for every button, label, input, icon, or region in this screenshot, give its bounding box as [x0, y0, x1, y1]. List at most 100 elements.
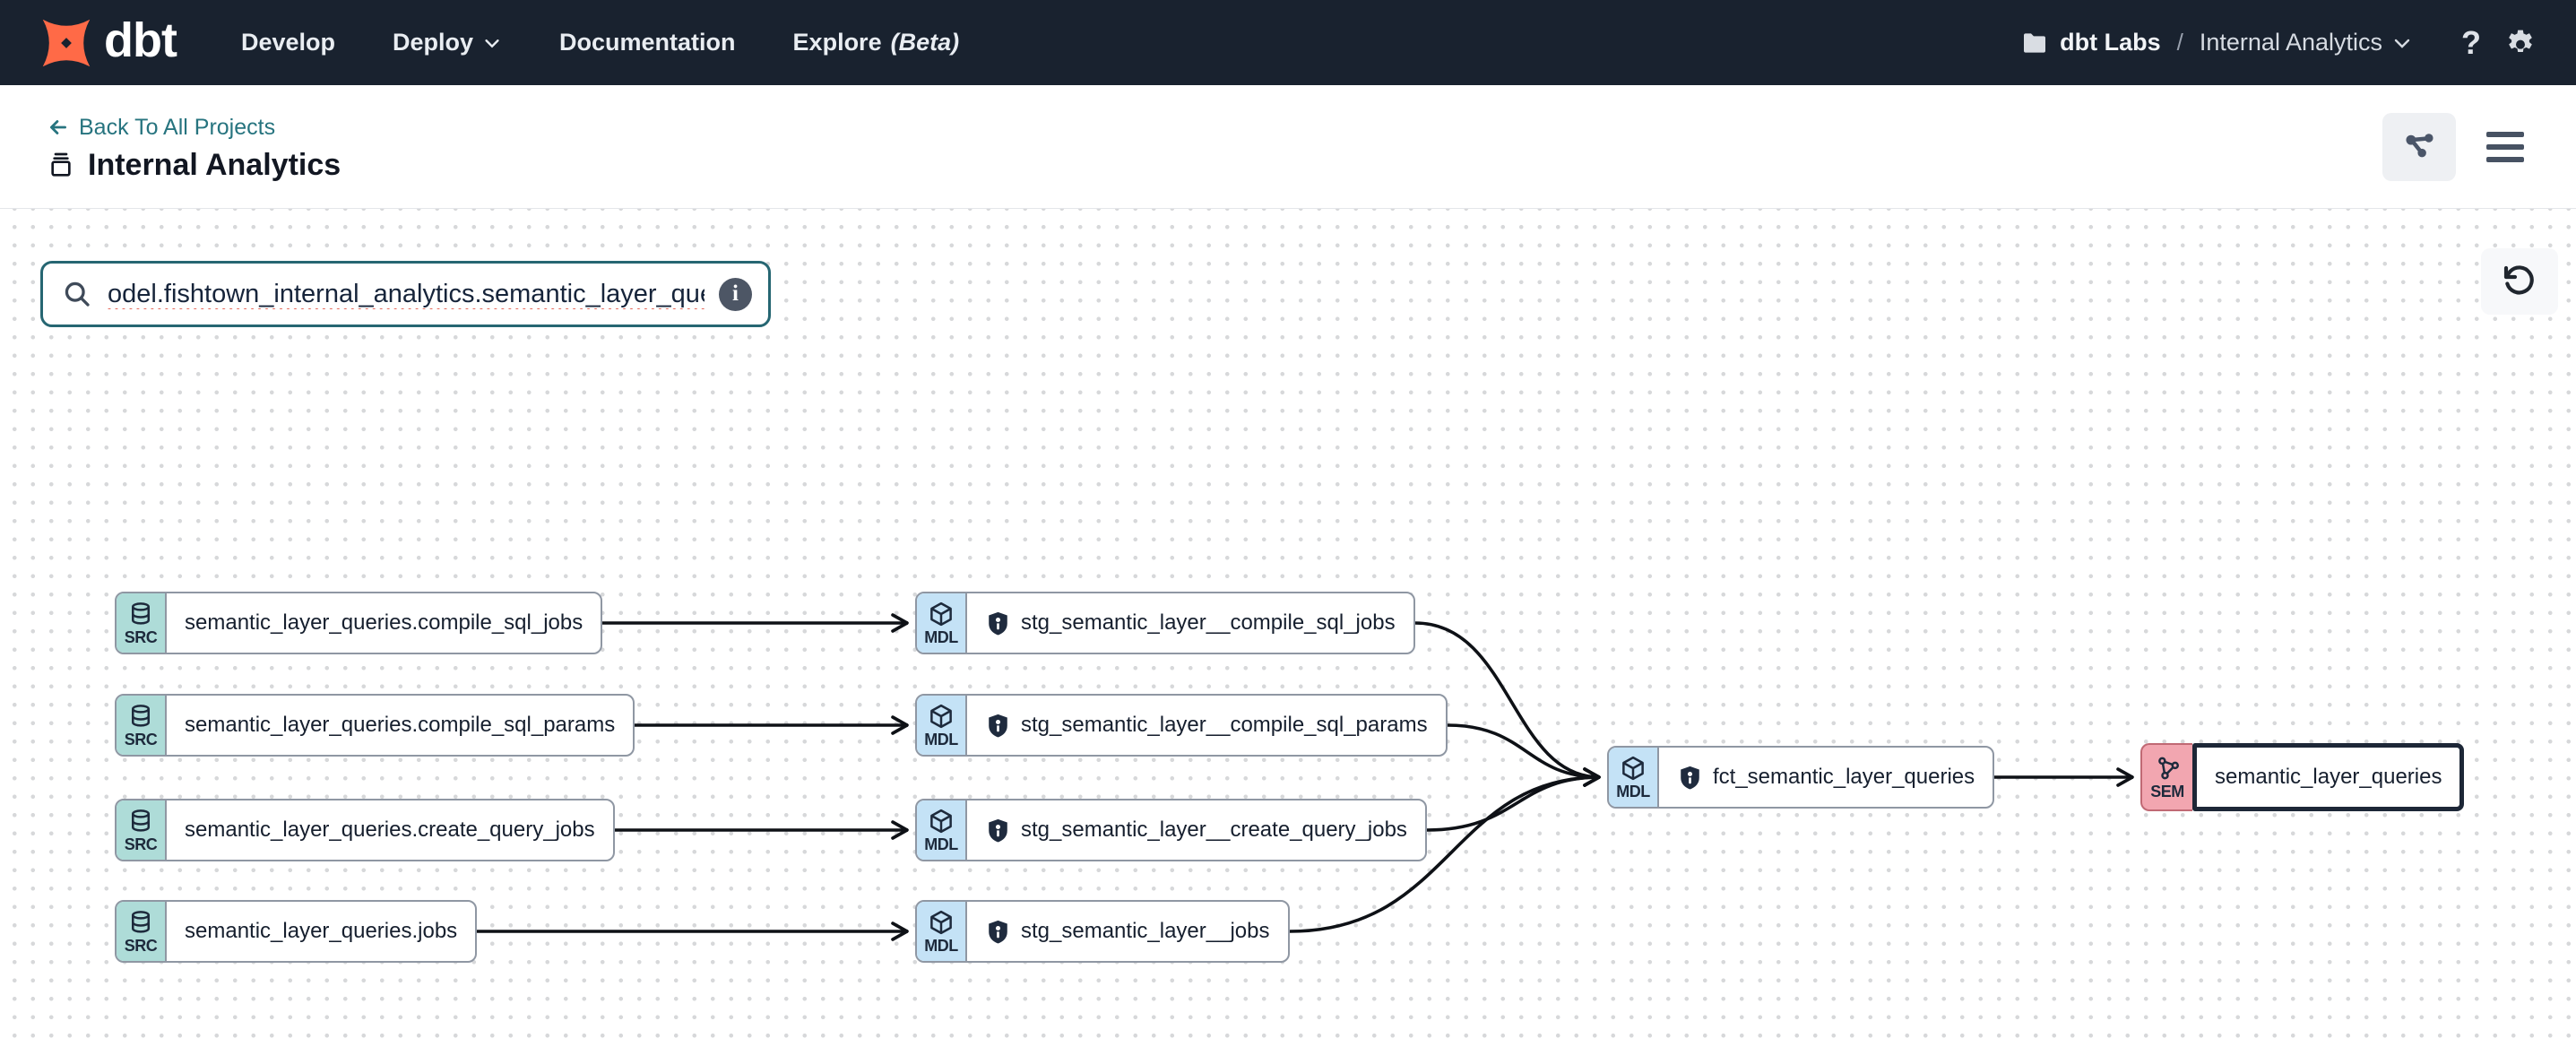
- database-icon: [127, 601, 154, 627]
- cube-icon: [928, 703, 955, 730]
- node-badge: SRC: [117, 696, 167, 755]
- info-icon[interactable]: i: [719, 278, 752, 311]
- project-icon: [47, 151, 75, 179]
- dbt-logo[interactable]: dbt: [38, 14, 177, 72]
- node-body: stg_semantic_layer__compile_sql_jobs: [967, 593, 1413, 653]
- node-label: stg_semantic_layer__compile_sql_params: [1021, 713, 1428, 738]
- database-icon: [127, 703, 154, 730]
- node-label: semantic_layer_queries.jobs: [185, 919, 457, 944]
- page-title: Internal Analytics: [88, 148, 341, 183]
- lineage-search-box: i: [40, 261, 771, 327]
- project-header: Back To All Projects Internal Analytics: [0, 85, 2576, 209]
- node-label: stg_semantic_layer__compile_sql_jobs: [1021, 610, 1396, 636]
- node-badge: SRC: [117, 593, 167, 653]
- node-body: stg_semantic_layer__create_query_jobs: [967, 800, 1425, 860]
- database-icon: [127, 808, 154, 835]
- nav-item-explore[interactable]: Explore (Beta): [793, 29, 960, 56]
- node-label: semantic_layer_queries.create_query_jobs: [185, 818, 595, 843]
- beta-badge: (Beta): [891, 29, 960, 56]
- shield-icon: [985, 818, 1011, 844]
- nav-item-documentation[interactable]: Documentation: [559, 29, 736, 56]
- database-icon: [127, 909, 154, 936]
- shield-icon: [985, 919, 1011, 945]
- reset-view-button[interactable]: [2481, 248, 2558, 315]
- node-badge: MDL: [917, 800, 967, 860]
- node-badge-label: MDL: [924, 937, 958, 956]
- node-stg_compile_sql_params[interactable]: MDL stg_semantic_layer__compile_sql_param…: [915, 694, 1448, 757]
- edge-stg_compile_sql_params-to-fct_semantic_layer_queries: [1448, 725, 1600, 777]
- arrow-left-icon: [47, 116, 70, 139]
- lineage-search-input[interactable]: [106, 279, 706, 310]
- breadcrumb-separator: /: [2177, 29, 2183, 56]
- node-badge: MDL: [1609, 748, 1659, 807]
- gear-icon[interactable]: [2503, 25, 2538, 61]
- node-badge: MDL: [917, 593, 967, 653]
- semantic-graph-icon: [2154, 755, 2181, 782]
- node-stg_jobs[interactable]: MDL stg_semantic_layer__jobs: [915, 900, 1290, 963]
- nav-item-develop[interactable]: Develop: [241, 29, 335, 56]
- back-to-projects-link[interactable]: Back To All Projects: [47, 115, 341, 141]
- node-label: semantic_layer_queries: [2215, 765, 2442, 790]
- lineage-view-button[interactable]: [2382, 113, 2456, 181]
- help-icon[interactable]: ?: [2461, 24, 2481, 62]
- node-badge: MDL: [917, 696, 967, 755]
- node-label: stg_semantic_layer__create_query_jobs: [1021, 818, 1407, 843]
- folder-icon: [2020, 29, 2049, 57]
- chevron-down-icon: [2391, 32, 2413, 54]
- menu-icon[interactable]: [2481, 126, 2529, 168]
- cube-icon: [928, 808, 955, 835]
- node-stg_create_query_jobs[interactable]: MDL stg_semantic_layer__create_query_jobs: [915, 799, 1427, 861]
- rotate-ccw-icon: [2502, 264, 2537, 299]
- node-semantic_layer_queries[interactable]: SEM semantic_layer_queries: [2140, 743, 2464, 811]
- breadcrumb-account[interactable]: dbt Labs: [2020, 29, 2161, 57]
- node-badge-label: SRC: [125, 937, 158, 956]
- node-src_jobs[interactable]: SRC semantic_layer_queries.jobs: [115, 900, 477, 963]
- node-body: semantic_layer_queries.jobs: [167, 902, 475, 961]
- shield-icon: [985, 610, 1011, 636]
- node-fct_semantic_layer_queries[interactable]: MDL fct_semantic_layer_queries: [1607, 746, 1994, 809]
- node-body: semantic_layer_queries: [2192, 743, 2464, 811]
- node-badge: SRC: [117, 800, 167, 860]
- nav-item-deploy[interactable]: Deploy: [393, 29, 502, 56]
- node-body: fct_semantic_layer_queries: [1659, 748, 1993, 807]
- node-body: stg_semantic_layer__jobs: [967, 902, 1288, 961]
- node-badge-label: MDL: [924, 731, 958, 749]
- navbar-right: dbt Labs / Internal Analytics ?: [2020, 24, 2538, 62]
- node-badge-label: SEM: [2150, 783, 2184, 801]
- node-body: semantic_layer_queries.compile_sql_param…: [167, 696, 633, 755]
- node-badge-label: MDL: [1616, 783, 1650, 801]
- cube-icon: [1620, 755, 1647, 782]
- node-badge-label: SRC: [125, 731, 158, 749]
- cube-icon: [928, 909, 955, 936]
- node-badge: SRC: [117, 902, 167, 961]
- node-src_create_query_jobs[interactable]: SRC semantic_layer_queries.create_query_j…: [115, 799, 615, 861]
- node-body: semantic_layer_queries.create_query_jobs: [167, 800, 613, 860]
- node-badge: MDL: [917, 902, 967, 961]
- main-nav: Develop Deploy Documentation Explore (Be…: [241, 29, 959, 56]
- lineage-canvas[interactable]: i SRC semantic_layer_queries.compile_sql_…: [0, 209, 2576, 1046]
- dbt-logo-icon: [38, 14, 95, 72]
- dbt-logo-text: dbt: [104, 16, 177, 70]
- shield-icon: [985, 713, 1011, 739]
- shield-icon: [1677, 765, 1703, 791]
- breadcrumb-project-selector[interactable]: Internal Analytics: [2200, 29, 2413, 56]
- search-icon: [61, 278, 93, 310]
- node-badge-label: SRC: [125, 628, 158, 647]
- node-label: semantic_layer_queries.compile_sql_param…: [185, 713, 615, 738]
- top-navbar: dbt Develop Deploy Documentation Explore…: [0, 0, 2576, 85]
- node-label: stg_semantic_layer__jobs: [1021, 919, 1270, 944]
- node-label: semantic_layer_queries.compile_sql_jobs: [185, 610, 583, 636]
- edge-stg_create_query_jobs-to-fct_semantic_layer_queries: [1427, 777, 1600, 830]
- node-badge-label: SRC: [125, 835, 158, 854]
- node-stg_compile_sql_jobs[interactable]: MDL stg_semantic_layer__compile_sql_jobs: [915, 592, 1415, 654]
- node-badge: SEM: [2140, 743, 2192, 811]
- chevron-down-icon: [482, 33, 502, 53]
- node-label: fct_semantic_layer_queries: [1713, 765, 1975, 790]
- lineage-icon: [2400, 128, 2438, 166]
- node-src_compile_sql_params[interactable]: SRC semantic_layer_queries.compile_sql_pa…: [115, 694, 635, 757]
- node-badge-label: MDL: [924, 835, 958, 854]
- cube-icon: [928, 601, 955, 627]
- node-src_compile_sql_jobs[interactable]: SRC semantic_layer_queries.compile_sql_jo…: [115, 592, 602, 654]
- node-body: semantic_layer_queries.compile_sql_jobs: [167, 593, 601, 653]
- node-badge-label: MDL: [924, 628, 958, 647]
